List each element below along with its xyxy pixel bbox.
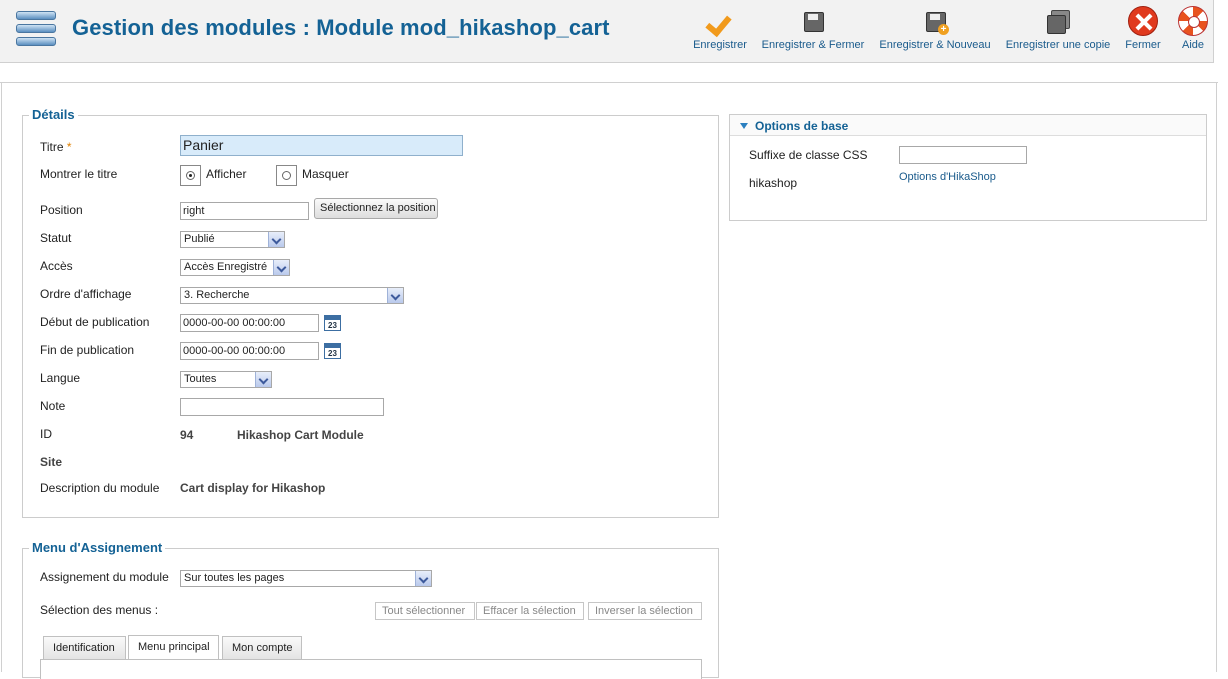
help-button-label: Aide: [1181, 39, 1205, 51]
show-title-option-label: Afficher: [206, 167, 247, 181]
hide-title-option-label: Masquer: [302, 167, 349, 181]
basic-options-header[interactable]: Options de base: [730, 115, 1206, 136]
save-new-button[interactable]: + Enregistrer & Nouveau: [877, 6, 993, 56]
note-input[interactable]: [180, 398, 384, 416]
access-select[interactable]: Accès Enregistré: [180, 259, 290, 276]
save-button-label: Enregistrer: [693, 39, 747, 51]
tab-menu-principal[interactable]: Menu principal: [128, 635, 219, 660]
content-left-border: [1, 82, 2, 672]
copy-icon: [1043, 6, 1073, 36]
position-input[interactable]: right: [180, 202, 309, 220]
ordering-select[interactable]: 3. Recherche: [180, 287, 404, 304]
save-copy-button[interactable]: Enregistrer une copie: [1003, 6, 1113, 56]
module-name: Hikashop Cart Module: [237, 428, 364, 442]
menu-tab-panel: [40, 659, 702, 679]
show-title-label: Montrer le titre: [40, 167, 118, 181]
description-value: Cart display for Hikashop: [180, 481, 326, 495]
site-label: Site: [40, 455, 63, 469]
publish-down-input[interactable]: 0000-00-00 00:00:00: [180, 342, 319, 360]
hikashop-options-link[interactable]: Options d'HikaShop: [899, 171, 996, 183]
title-label: Titre *: [40, 140, 72, 154]
save-button[interactable]: Enregistrer: [690, 6, 750, 56]
details-legend: Détails: [29, 107, 78, 122]
details-fieldset: Détails Titre * Panier Montrer le titre …: [22, 107, 719, 518]
css-suffix-label: Suffixe de classe CSS: [749, 148, 868, 162]
basic-options-panel: Options de base Suffixe de classe CSS hi…: [729, 114, 1207, 221]
tab-mon-compte[interactable]: Mon compte: [222, 636, 302, 660]
page-title: Gestion des modules : Module mod_hikasho…: [72, 15, 610, 40]
assignment-select[interactable]: Sur toutes les pages: [180, 570, 432, 587]
save-close-button[interactable]: Enregistrer & Fermer: [760, 6, 866, 56]
publish-up-label: Début de publication: [40, 315, 150, 329]
id-label: ID: [40, 427, 52, 441]
chevron-down-icon: [268, 232, 284, 247]
language-label: Langue: [40, 371, 81, 385]
save-icon: [798, 6, 828, 36]
content-right-border: [1216, 82, 1217, 672]
required-mark: *: [66, 140, 72, 154]
chevron-down-icon: [255, 372, 271, 387]
css-suffix-input[interactable]: [899, 146, 1027, 164]
status-label: Statut: [40, 231, 72, 245]
ordering-label: Ordre d'affichage: [40, 287, 132, 301]
help-button[interactable]: Aide: [1174, 6, 1212, 56]
clear-selection-button[interactable]: Effacer la sélection: [476, 602, 584, 620]
chevron-down-icon: [387, 288, 403, 303]
menu-selection-label: Sélection des menus :: [40, 603, 159, 617]
id-value: 94: [180, 428, 194, 442]
save-copy-button-label: Enregistrer une copie: [1005, 39, 1111, 51]
invert-selection-button[interactable]: Inverser la sélection: [588, 602, 702, 620]
language-select[interactable]: Toutes: [180, 371, 272, 388]
module-manager-icon: [16, 9, 56, 49]
chevron-down-icon: [273, 260, 289, 275]
check-icon: [705, 6, 735, 36]
triangle-down-icon: [740, 123, 748, 129]
save-new-button-label: Enregistrer & Nouveau: [879, 39, 991, 51]
save-close-button-label: Enregistrer & Fermer: [761, 39, 865, 51]
close-icon: [1128, 6, 1158, 36]
save-new-icon: +: [920, 6, 950, 36]
hikashop-label: hikashop: [749, 176, 798, 190]
hide-title-radio[interactable]: [276, 165, 297, 186]
note-label: Note: [40, 399, 66, 413]
show-title-radio[interactable]: [180, 165, 201, 186]
content-top-border: [0, 82, 1218, 83]
toolbar-header: Gestion des modules : Module mod_hikasho…: [0, 0, 1214, 63]
status-select[interactable]: Publié: [180, 231, 285, 248]
calendar-icon[interactable]: 23: [324, 343, 341, 359]
menu-assignment-legend: Menu d'Assignement: [29, 540, 166, 555]
select-position-button[interactable]: Sélectionnez la position: [314, 198, 438, 219]
menu-assignment-fieldset: Menu d'Assignement Assignement du module…: [22, 540, 719, 679]
close-button[interactable]: Fermer: [1122, 6, 1164, 56]
tab-identification[interactable]: Identification: [43, 636, 126, 660]
close-button-label: Fermer: [1125, 39, 1161, 51]
position-label: Position: [40, 203, 83, 217]
assignment-label: Assignement du module: [40, 570, 169, 584]
title-input[interactable]: Panier: [180, 135, 463, 156]
help-icon: [1178, 6, 1208, 36]
publish-down-label: Fin de publication: [40, 343, 135, 357]
publish-up-input[interactable]: 0000-00-00 00:00:00: [180, 314, 319, 332]
description-label: Description du module: [40, 481, 160, 495]
calendar-icon[interactable]: 23: [324, 315, 341, 331]
chevron-down-icon: [415, 571, 431, 586]
access-label: Accès: [40, 259, 73, 273]
select-all-button[interactable]: Tout sélectionner: [375, 602, 475, 620]
